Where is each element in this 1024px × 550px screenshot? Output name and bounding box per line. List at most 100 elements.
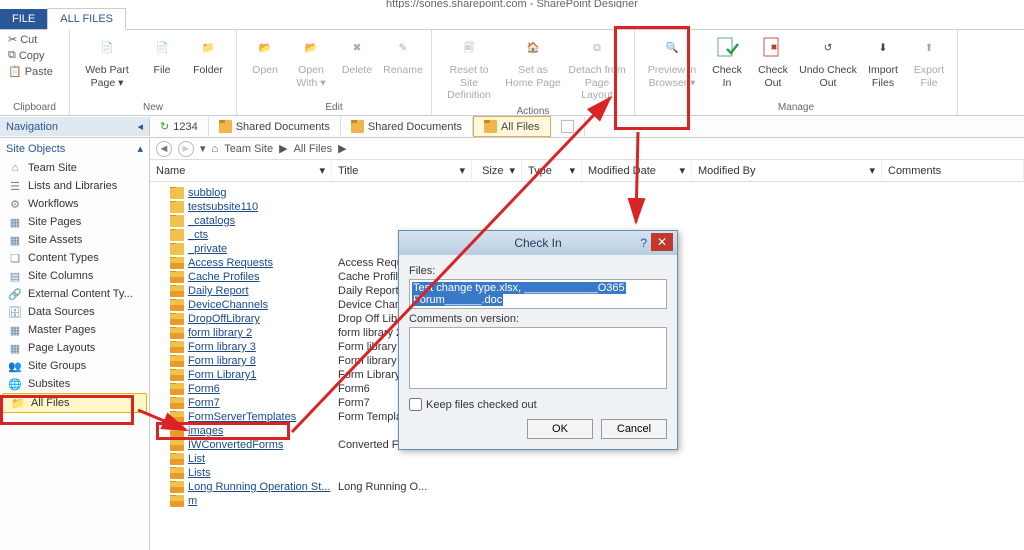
sidebar-item-site-pages[interactable]: ▦Site Pages <box>0 213 149 231</box>
paste-button[interactable]: 📋Paste <box>6 64 55 79</box>
keep-checkbox[interactable] <box>409 398 422 411</box>
file-row[interactable]: m <box>150 494 1024 508</box>
home-icon[interactable]: ⌂ <box>212 143 219 155</box>
folder-icon <box>170 229 184 241</box>
sidebar-item-external-content-ty-[interactable]: 🔗External Content Ty... <box>0 285 149 303</box>
import-icon: ⬇ <box>869 34 897 62</box>
tab-file[interactable]: FILE <box>0 9 47 29</box>
file-name[interactable]: Long Running Operation St... <box>188 481 330 493</box>
col-type[interactable]: Type▾ <box>522 160 582 181</box>
dialog-help-button[interactable]: ? <box>640 236 647 250</box>
file-row[interactable]: List <box>150 452 1024 466</box>
sidebar-item-data-sources[interactable]: 🗄Data Sources <box>0 303 149 321</box>
file-name[interactable]: Daily Report <box>188 285 249 297</box>
col-name[interactable]: Name▾ <box>150 160 332 181</box>
col-modified-by[interactable]: Modified By▾ <box>692 160 882 181</box>
file-name[interactable]: DropOffLibrary <box>188 313 260 325</box>
checkin-icon <box>713 34 741 62</box>
reset-definition-button[interactable]: 🗐Reset to Site Definition <box>438 32 500 104</box>
file-row[interactable]: Lists <box>150 466 1024 480</box>
file-name[interactable]: List <box>188 453 205 465</box>
sidebar-item-lists-and-libraries[interactable]: ☰Lists and Libraries <box>0 177 149 195</box>
nav-back-button[interactable]: ◄ <box>156 141 172 157</box>
sidebar-item-all-files[interactable]: 📁All Files <box>2 393 147 413</box>
file-name[interactable]: m <box>188 495 197 507</box>
file-name[interactable]: Form7 <box>188 397 220 409</box>
file-name[interactable]: Lists <box>188 467 211 479</box>
ok-button[interactable]: OK <box>527 419 593 439</box>
nav-tab-3[interactable]: All Files <box>473 116 551 137</box>
file-row[interactable]: _catalogs <box>150 214 1024 228</box>
file-name[interactable]: Form Library1 <box>188 369 256 381</box>
breadcrumb-path[interactable]: All Files <box>294 143 333 155</box>
file-row[interactable]: testsubsite110 <box>150 200 1024 214</box>
file-name[interactable]: testsubsite110 <box>188 201 258 213</box>
export-file-button[interactable]: ⬆Export File <box>907 32 951 91</box>
open-button[interactable]: 📂Open <box>243 32 287 79</box>
sidebar-item-subsites[interactable]: 🌐Subsites <box>0 375 149 393</box>
new-file-button[interactable]: 📄File <box>140 32 184 79</box>
cancel-button[interactable]: Cancel <box>601 419 667 439</box>
file-name[interactable]: Access Requests <box>188 257 273 269</box>
file-name[interactable]: Cache Profiles <box>188 271 260 283</box>
nav-tab-0[interactable]: ↻1234 <box>150 117 209 136</box>
file-name[interactable]: IWConvertedForms <box>188 439 283 451</box>
sidebar-icon: ▦ <box>8 342 22 354</box>
delete-button[interactable]: ✖Delete <box>335 32 379 79</box>
undo-checkout-button[interactable]: ↺Undo Check Out <box>797 32 859 91</box>
dialog-close-button[interactable]: ✕ <box>651 233 673 251</box>
dialog-title: Check In <box>514 236 561 250</box>
file-name[interactable]: _cts <box>188 229 208 241</box>
nav-tab-1[interactable]: Shared Documents <box>209 117 341 136</box>
sidebar-header[interactable]: Site Objects▴ <box>0 138 149 159</box>
file-name[interactable]: _private <box>188 243 227 255</box>
sidebar-item-page-layouts[interactable]: ▦Page Layouts <box>0 339 149 357</box>
copy-button[interactable]: ⧉Copy <box>6 48 55 63</box>
sidebar-item-site-groups[interactable]: 👥Site Groups <box>0 357 149 375</box>
sidebar-item-team-site[interactable]: ⌂Team Site <box>0 159 149 177</box>
webpart-page-button[interactable]: 📄Web Part Page ▾ <box>76 32 138 91</box>
check-out-button[interactable]: Check Out <box>751 32 795 91</box>
tab-all-files[interactable]: ALL FILES <box>47 8 126 30</box>
col-modified-date[interactable]: Modified Date▾ <box>582 160 692 181</box>
col-title[interactable]: Title▾ <box>332 160 472 181</box>
delete-icon: ✖ <box>343 34 371 62</box>
open-with-button[interactable]: 📂Open With ▾ <box>289 32 333 91</box>
rename-button[interactable]: ✎Rename <box>381 32 425 79</box>
sidebar-item-site-columns[interactable]: ▤Site Columns <box>0 267 149 285</box>
cut-button[interactable]: ✂Cut <box>6 32 55 47</box>
file-name[interactable]: Form library 8 <box>188 355 256 367</box>
sidebar-item-master-pages[interactable]: ▦Master Pages <box>0 321 149 339</box>
dialog-file-line-1: Test change type.xlsx, ____________O365 <box>412 282 626 294</box>
sidebar-item-content-types[interactable]: ❏Content Types <box>0 249 149 267</box>
sidebar-item-workflows[interactable]: ⚙Workflows <box>0 195 149 213</box>
file-row[interactable]: subblog <box>150 186 1024 200</box>
file-name[interactable]: Form library 3 <box>188 341 256 353</box>
file-name[interactable]: images <box>188 425 223 437</box>
file-name[interactable]: _catalogs <box>188 215 235 227</box>
nav-tab-2[interactable]: Shared Documents <box>341 117 473 136</box>
import-files-button[interactable]: ⬇Import Files <box>861 32 905 91</box>
set-home-button[interactable]: 🏠Set as Home Page <box>502 32 564 91</box>
breadcrumb-root[interactable]: Team Site <box>224 143 273 155</box>
file-name[interactable]: form library 2 <box>188 327 252 339</box>
navigation-header[interactable]: Navigation◂ <box>0 117 150 136</box>
col-size[interactable]: Size▾ <box>472 160 522 181</box>
nav-tab-blank[interactable] <box>551 117 585 136</box>
file-name[interactable]: Form6 <box>188 383 220 395</box>
file-row[interactable]: Long Running Operation St...Long Running… <box>150 480 1024 494</box>
col-comments[interactable]: Comments <box>882 160 1024 181</box>
nav-forward-button[interactable]: ► <box>178 141 194 157</box>
keep-checked-out-option[interactable]: Keep files checked out <box>409 398 667 411</box>
files-box[interactable]: Test change type.xlsx, ____________O365 … <box>409 279 667 309</box>
comments-textarea[interactable] <box>409 327 667 389</box>
new-folder-button[interactable]: 📁Folder <box>186 32 230 79</box>
check-in-button[interactable]: Check In <box>705 32 749 91</box>
preview-browser-button[interactable]: 🔍Preview in Browser ▾ <box>641 32 703 91</box>
file-name[interactable]: subblog <box>188 187 227 199</box>
file-name[interactable]: DeviceChannels <box>188 299 268 311</box>
file-name[interactable]: FormServerTemplates <box>188 411 296 423</box>
sidebar-item-site-assets[interactable]: ▦Site Assets <box>0 231 149 249</box>
detach-layout-button[interactable]: ⧉Detach from Page Layout <box>566 32 628 104</box>
chevron-down-icon[interactable]: ▾ <box>200 142 206 155</box>
